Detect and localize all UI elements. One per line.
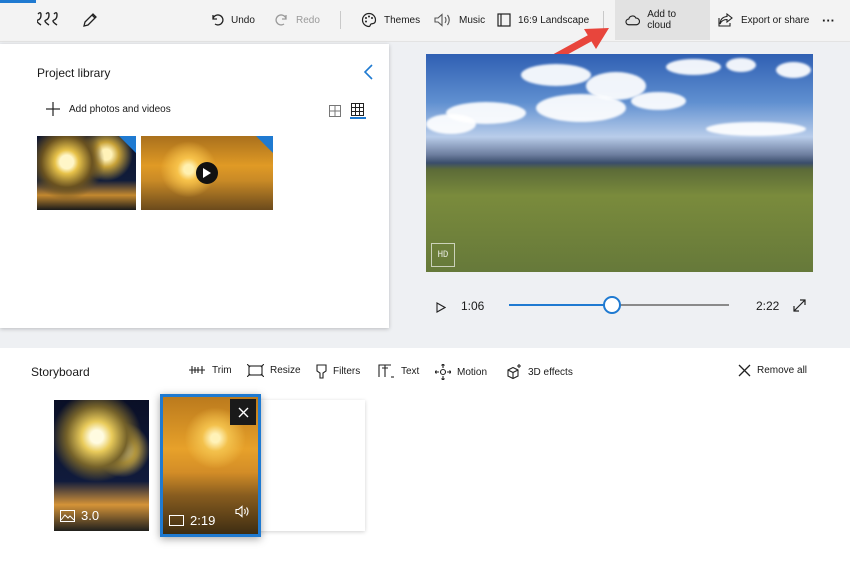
grid-large-icon: [351, 103, 364, 116]
filters-label: Filters: [333, 366, 361, 377]
added-marker: [256, 136, 273, 153]
play-icon: [436, 302, 447, 313]
hamburger-menu-button[interactable]: [37, 0, 68, 40]
music-button[interactable]: Music: [434, 0, 485, 40]
active-view-indicator: [350, 117, 366, 119]
add-photos-videos-button[interactable]: Add photos and videos: [46, 102, 171, 116]
3d-effects-button[interactable]: 3D effects: [506, 364, 573, 380]
clip-duration: 2:19: [169, 513, 215, 528]
palette-icon: [361, 12, 377, 28]
total-time: 2:22: [756, 299, 780, 313]
storyboard-panel: Storyboard Trim Resize Filters Text Moti…: [0, 348, 850, 566]
add-to-cloud-label: Add to cloud: [647, 9, 677, 31]
cube-sparkle-icon: [507, 364, 521, 380]
add-to-cloud-button[interactable]: Add to cloud: [615, 0, 710, 40]
add-photos-videos-label: Add photos and videos: [69, 103, 171, 115]
motion-button[interactable]: Motion: [435, 364, 487, 380]
project-library-panel: Project library Add photos and videos: [0, 44, 389, 328]
redo-button[interactable]: Redo: [275, 0, 320, 40]
clip-duration: 3.0: [60, 508, 99, 523]
storyboard-clip-fireworks[interactable]: 3.0: [54, 400, 149, 531]
close-icon: [738, 364, 751, 377]
seek-bar-handle[interactable]: [602, 296, 621, 314]
volume-icon: [235, 505, 249, 518]
video-preview[interactable]: [426, 54, 813, 272]
motion-label: Motion: [457, 366, 488, 378]
library-item-sunset-video[interactable]: [141, 136, 273, 210]
redo-icon: [275, 14, 287, 26]
menu-icon: [37, 12, 58, 26]
toolbar: Undo Redo Themes Music 16:9 Landscape Ad…: [0, 0, 850, 42]
added-marker: [119, 136, 136, 153]
trim-button[interactable]: Trim: [188, 364, 232, 376]
hd-watermark: HD: [431, 243, 455, 267]
more-options-label: ···: [822, 12, 835, 28]
trim-icon: [189, 366, 205, 374]
seek-bar[interactable]: [509, 296, 729, 314]
music-label: Music: [459, 14, 486, 26]
trim-label: Trim: [212, 364, 232, 376]
themes-label: Themes: [384, 14, 421, 26]
redo-label: Redo: [296, 14, 320, 26]
themes-button[interactable]: Themes: [361, 0, 420, 40]
toolbar-divider: [340, 11, 341, 29]
resize-button[interactable]: Resize: [247, 364, 301, 377]
library-item-fireworks[interactable]: [37, 136, 136, 210]
motion-icon: [435, 364, 451, 380]
storyboard-title: Storyboard: [31, 365, 90, 379]
project-library-title: Project library: [37, 66, 111, 80]
export-share-button[interactable]: Export or share: [718, 0, 809, 40]
play-button[interactable]: [436, 300, 447, 318]
text-label: Text: [401, 365, 420, 377]
resize-label: Resize: [270, 365, 301, 376]
clip-volume-button[interactable]: [235, 505, 251, 523]
list-view-toggle[interactable]: [329, 104, 341, 122]
clip-duration-label: 2:19: [190, 513, 216, 528]
clip-duration-label: 3.0: [81, 508, 100, 523]
text-icon: [378, 364, 394, 378]
chevron-left-icon: [363, 64, 373, 80]
fullscreen-button[interactable]: [793, 299, 806, 317]
video-icon: [169, 515, 184, 526]
storyboard-empty-slot[interactable]: [257, 400, 365, 531]
export-share-label: Export or share: [741, 14, 810, 26]
speaker-icon: [434, 13, 450, 27]
undo-label: Undo: [231, 14, 255, 26]
seek-bar-progress: [509, 304, 612, 306]
storyboard-clip-sunset-selected[interactable]: 2:19: [160, 394, 261, 537]
3d-effects-label: 3D effects: [528, 366, 573, 378]
undo-button[interactable]: Undo: [210, 0, 255, 40]
filters-button[interactable]: Filters: [316, 364, 360, 379]
pencil-icon: [83, 13, 97, 27]
cloud-icon: [625, 15, 641, 26]
remove-clip-button[interactable]: [230, 399, 256, 425]
close-icon: [238, 407, 248, 417]
current-time: 1:06: [461, 299, 485, 313]
expand-icon: [793, 299, 806, 312]
resize-icon: [247, 364, 264, 377]
edit-project-button[interactable]: [82, 0, 105, 40]
image-icon: [60, 509, 75, 522]
text-button[interactable]: Text: [378, 364, 419, 378]
plus-icon: [46, 102, 60, 116]
grid-small-icon: [329, 105, 341, 117]
filter-icon: [316, 364, 327, 379]
play-icon: [196, 162, 218, 184]
aspect-ratio-icon: [497, 13, 511, 27]
active-tab-indicator: [0, 0, 36, 3]
remove-all-button[interactable]: Remove all: [738, 364, 807, 377]
share-icon: [718, 13, 733, 27]
remove-all-label: Remove all: [757, 365, 808, 376]
collapse-library-button[interactable]: [362, 63, 376, 86]
undo-icon: [212, 14, 224, 26]
more-options-button[interactable]: ···: [822, 0, 835, 40]
